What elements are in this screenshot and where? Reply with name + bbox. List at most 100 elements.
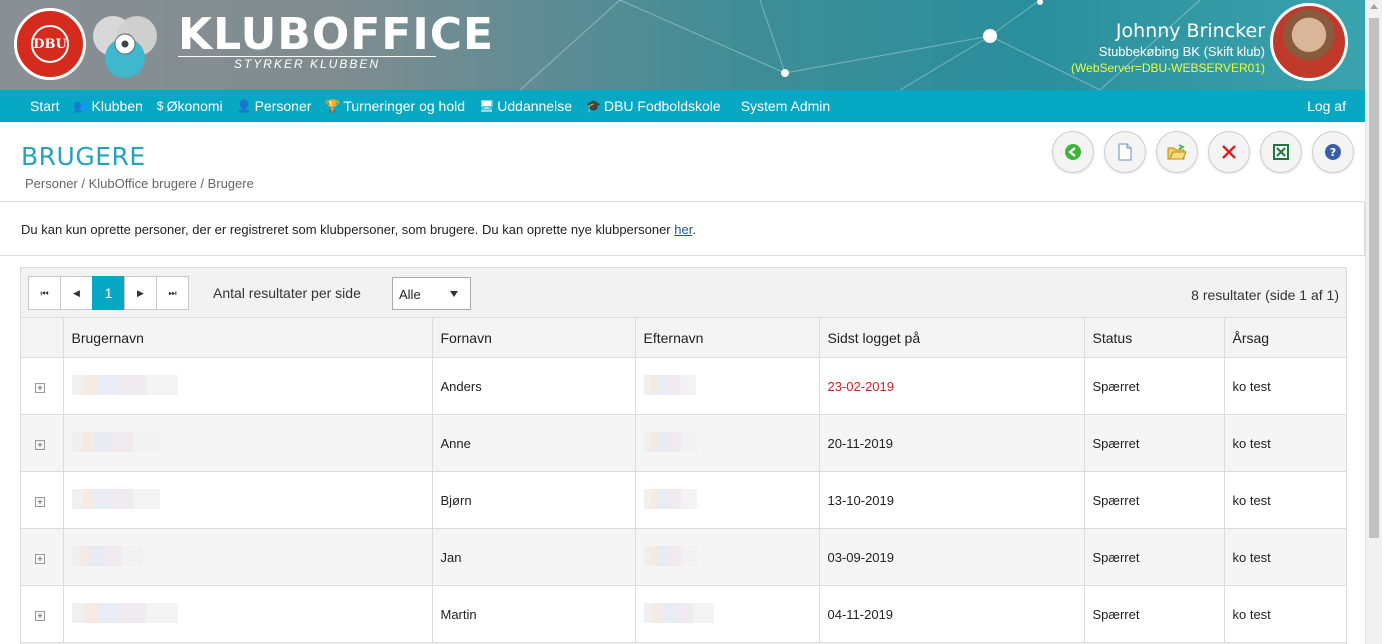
nav-system-admin[interactable]: System Admin	[734, 98, 837, 114]
cell-fornavn: Anne	[432, 414, 636, 472]
pager: ⏮ ◀ 1 ▶ ⏭	[28, 276, 189, 310]
blurred-username	[71, 488, 160, 509]
prev-page-icon: ◀	[73, 287, 80, 298]
people-icon: 👥	[73, 99, 89, 113]
delete-icon	[1222, 145, 1236, 159]
col-fornavn[interactable]: Fornavn	[432, 317, 636, 358]
cell-sidst: 23-02-2019	[819, 357, 1085, 415]
cell-fornavn: Bjørn	[432, 471, 636, 529]
screen-icon: 🖥	[479, 99, 495, 113]
nav-start[interactable]: Start	[0, 98, 67, 114]
table-row[interactable]: + Martin 04-11-2019 Spærret ko test	[21, 585, 1346, 643]
col-expand	[21, 317, 64, 358]
cell-sidst: 04-11-2019	[819, 585, 1085, 643]
nav-okonomi[interactable]: $ Økonomi	[150, 98, 230, 114]
last-page-button[interactable]: ⏭	[156, 276, 189, 310]
cell-aarsag: ko test	[1224, 585, 1346, 643]
last-page-icon: ⏭	[168, 287, 177, 298]
cell-fornavn: Martin	[432, 585, 636, 643]
cell-aarsag: ko test	[1224, 471, 1346, 529]
logout-link[interactable]: Log af	[1307, 98, 1346, 114]
nav-label: Personer	[254, 98, 312, 114]
cell-sidst: 03-09-2019	[819, 528, 1085, 586]
table-row[interactable]: + Anders 23-02-2019 Spærret ko test	[21, 357, 1346, 415]
users-panel: ⏮ ◀ 1 ▶ ⏭ Antal resultater per side Alle…	[20, 267, 1347, 644]
expand-icon[interactable]: +	[35, 439, 45, 450]
prev-page-button[interactable]: ◀	[60, 276, 93, 310]
table-row[interactable]: + Jan 03-09-2019 Spærret ko test	[21, 528, 1346, 586]
nav-label: System Admin	[740, 98, 831, 114]
nav-personer[interactable]: 👤 Personer	[230, 98, 319, 114]
col-aarsag[interactable]: Årsag	[1224, 317, 1346, 358]
cell-status: Spærret	[1084, 528, 1225, 586]
toolbar: ?	[1052, 131, 1354, 173]
nav-label: Start	[30, 98, 60, 114]
cell-aarsag: ko test	[1224, 357, 1346, 415]
nav-fodboldskole[interactable]: 🎓 DBU Fodboldskole	[579, 98, 728, 114]
col-brugernavn[interactable]: Brugernavn	[63, 317, 433, 358]
page-title: BRUGERE	[21, 142, 146, 171]
cell-status: Spærret	[1084, 357, 1225, 415]
chevron-down-icon	[450, 291, 458, 297]
graduation-cap-icon: 🎓	[586, 99, 601, 113]
per-page-select[interactable]: Alle	[392, 277, 471, 310]
delete-button[interactable]	[1208, 131, 1250, 173]
blurred-username	[71, 431, 160, 452]
expand-icon[interactable]: +	[35, 553, 45, 564]
cell-status: Spærret	[1084, 585, 1225, 643]
server-label: (WebServer=DBU-WEBSERVER01)	[1071, 61, 1265, 75]
back-button[interactable]	[1052, 131, 1094, 173]
svg-text:?: ?	[1330, 146, 1336, 159]
open-button[interactable]	[1156, 131, 1198, 173]
cell-fornavn: Anders	[432, 357, 636, 415]
coin-icon: $	[156, 99, 164, 113]
nav-label: Turneringer og hold	[343, 98, 466, 114]
excel-export-button[interactable]	[1260, 131, 1302, 173]
kluboffice-logo-icon	[93, 16, 157, 78]
results-count: 8 resultater (side 1 af 1)	[1191, 287, 1339, 303]
info-text: Du kan kun oprette personer, der er regi…	[21, 222, 675, 237]
first-page-button[interactable]: ⏮	[28, 276, 61, 310]
users-table: Brugernavn Fornavn Efternavn Sidst logge…	[21, 317, 1346, 643]
nav-label: DBU Fodboldskole	[603, 98, 721, 114]
expand-icon[interactable]: +	[35, 610, 45, 621]
per-page-label: Antal resultater per side	[213, 285, 361, 301]
blurred-lastname	[643, 602, 714, 623]
expand-icon[interactable]: +	[35, 496, 45, 507]
col-efternavn[interactable]: Efternavn	[635, 317, 820, 358]
help-icon: ?	[1325, 144, 1341, 160]
nav-uddannelse[interactable]: 🖥 Uddannelse	[472, 98, 579, 114]
back-icon	[1065, 144, 1081, 160]
table-row[interactable]: + Anne 20-11-2019 Spærret ko test	[21, 414, 1346, 472]
user-name: Johnny Brincker	[1115, 20, 1265, 42]
col-status[interactable]: Status	[1084, 317, 1225, 358]
vertical-scrollbar[interactable]	[1365, 0, 1382, 644]
create-clubperson-link[interactable]: her	[674, 222, 692, 237]
per-page-value: Alle	[399, 287, 421, 302]
table-row[interactable]: + Bjørn 13-10-2019 Spærret ko test	[21, 471, 1346, 529]
nav-label: Økonomi	[166, 98, 223, 114]
nav-label: Uddannelse	[497, 98, 572, 114]
club-switch-link[interactable]: Stubbekøbing BK (Skift klub)	[1071, 44, 1265, 59]
next-page-button[interactable]: ▶	[124, 276, 157, 310]
excel-icon	[1273, 144, 1289, 160]
nav-turneringer[interactable]: 🏆 Turneringer og hold	[318, 98, 472, 114]
page-1-button[interactable]: 1	[92, 276, 125, 310]
new-document-icon	[1118, 143, 1132, 161]
brand-name: KLUBOFFICE	[178, 9, 495, 60]
main-nav: Start 👥 Klubben $ Økonomi 👤 Personer 🏆 Turne…	[0, 90, 1365, 122]
blurred-username	[71, 545, 143, 566]
user-info: Johnny Brincker Stubbekøbing BK (Skift k…	[1071, 20, 1265, 75]
scrollbar-thumb[interactable]	[1369, 18, 1379, 538]
next-page-icon: ▶	[137, 287, 144, 298]
brand: KLUBOFFICE STYRKER KLUBBEN	[178, 10, 494, 71]
blurred-username	[71, 374, 178, 395]
person-icon: 👤	[236, 99, 252, 113]
col-sidst-logget[interactable]: Sidst logget på	[819, 317, 1085, 358]
cell-aarsag: ko test	[1224, 528, 1346, 586]
expand-icon[interactable]: +	[35, 382, 45, 393]
help-button[interactable]: ?	[1312, 131, 1354, 173]
new-button[interactable]	[1104, 131, 1146, 173]
nav-klubben[interactable]: 👥 Klubben	[67, 98, 150, 114]
scroll-up-icon[interactable]	[1370, 4, 1378, 9]
